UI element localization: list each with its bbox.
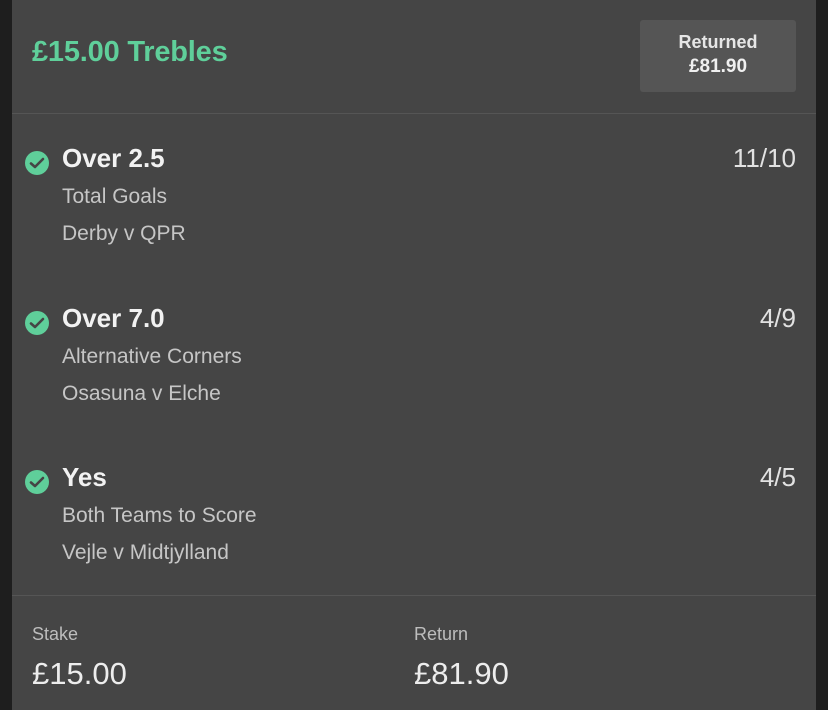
selection-odds: 4/5 xyxy=(759,462,796,492)
stake-label: Stake xyxy=(32,624,79,644)
returned-value: £81.90 xyxy=(688,56,748,77)
selection-event: Derby v QPR xyxy=(62,222,186,245)
selection-name: Over 7.0 xyxy=(62,303,165,333)
selection-market: Total Goals xyxy=(62,185,168,208)
return-value: £81.90 xyxy=(414,656,509,691)
bet-header: £15.00 Trebles Returned £81.90 xyxy=(12,0,816,114)
selection-odds: 4/9 xyxy=(759,303,796,333)
selection-event: Vejle v Midtjylland xyxy=(62,541,229,564)
stake-value: £15.00 xyxy=(32,656,127,691)
bet-summary: Stake £15.00 Return £81.90 xyxy=(12,595,816,710)
selection-item: Over 7.0 4/9 Alternative Corners Osasuna… xyxy=(12,303,816,423)
selection-name: Yes xyxy=(62,462,107,492)
selection-item: Over 2.5 11/10 Total Goals Derby v QPR xyxy=(12,143,816,263)
returned-label: Returned xyxy=(678,32,758,52)
check-circle-icon xyxy=(25,151,49,175)
selection-name: Over 2.5 xyxy=(62,143,165,173)
bet-title: £15.00 Trebles xyxy=(32,36,228,68)
bet-card: £15.00 Trebles Returned £81.90 Over 2.5 … xyxy=(12,0,816,710)
selection-market: Both Teams to Score xyxy=(62,504,257,527)
selection-market: Alternative Corners xyxy=(62,345,242,368)
return-label: Return xyxy=(414,624,469,644)
selection-event: Osasuna v Elche xyxy=(62,382,221,405)
check-circle-icon xyxy=(25,470,49,494)
returned-badge: Returned £81.90 xyxy=(640,20,796,92)
selection-odds: 11/10 xyxy=(732,143,796,173)
selection-item: Yes 4/5 Both Teams to Score Vejle v Midt… xyxy=(12,462,816,582)
check-circle-icon xyxy=(25,311,49,335)
